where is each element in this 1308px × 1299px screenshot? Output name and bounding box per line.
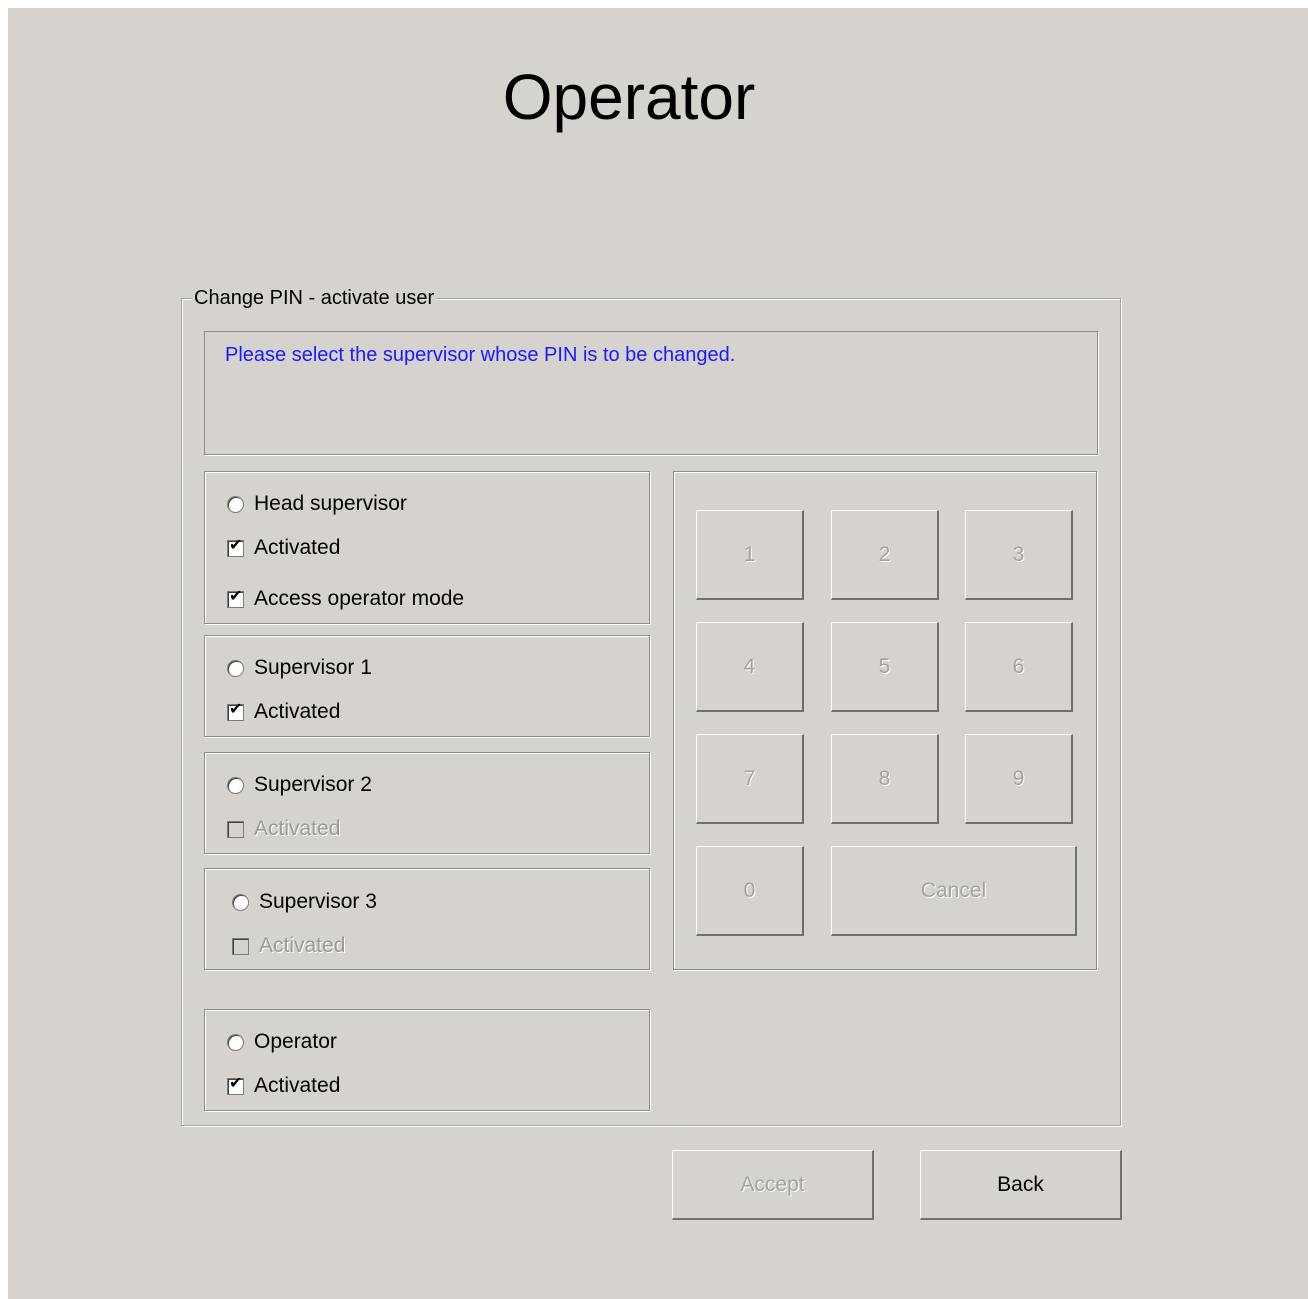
supervisor-2-activated-checkbox bbox=[227, 820, 244, 838]
key-9[interactable]: 9 bbox=[965, 734, 1073, 824]
page-title: Operator bbox=[502, 61, 756, 133]
keypad-cancel-button[interactable]: Cancel bbox=[831, 846, 1077, 936]
supervisor-3-activated-checkbox bbox=[232, 937, 249, 955]
operator-activated-row[interactable]: ✔ Activated bbox=[227, 1074, 340, 1098]
supervisor-3-radio-row[interactable]: Supervisor 3 bbox=[232, 890, 377, 914]
message-box: Please select the supervisor whose PIN i… bbox=[204, 331, 1098, 455]
head-supervisor-activated-label: Activated bbox=[254, 536, 341, 559]
head-supervisor-radio-row[interactable]: Head supervisor bbox=[227, 492, 407, 516]
access-operator-mode-checkbox[interactable]: ✔ bbox=[227, 588, 244, 608]
supervisor-3-radio[interactable] bbox=[232, 893, 249, 911]
key-2[interactable]: 2 bbox=[831, 510, 939, 600]
supervisor-1-radio-row[interactable]: Supervisor 1 bbox=[227, 656, 372, 680]
checkmark-icon: ✔ bbox=[229, 536, 243, 554]
back-button[interactable]: Back bbox=[920, 1150, 1122, 1220]
head-supervisor-panel: Head supervisor ✔ Activated ✔ Access ope… bbox=[204, 471, 650, 624]
supervisor-2-radio-row[interactable]: Supervisor 2 bbox=[227, 773, 372, 797]
checkmark-icon: ✔ bbox=[229, 1074, 243, 1092]
operator-window: Operator Change PIN - activate user Plea… bbox=[8, 8, 1308, 1299]
supervisor-1-activated-label: Activated bbox=[254, 700, 341, 723]
pin-keypad: 1 2 3 4 5 6 7 8 9 0 Cancel bbox=[673, 471, 1097, 970]
head-supervisor-activated-checkbox[interactable]: ✔ bbox=[227, 537, 244, 557]
key-8[interactable]: 8 bbox=[831, 734, 939, 824]
operator-activated-checkbox[interactable]: ✔ bbox=[227, 1075, 244, 1095]
head-supervisor-access-row[interactable]: ✔ Access operator mode bbox=[227, 587, 464, 611]
supervisor-1-activated-checkbox[interactable]: ✔ bbox=[227, 701, 244, 721]
key-5[interactable]: 5 bbox=[831, 622, 939, 712]
operator-label: Operator bbox=[254, 1030, 337, 1053]
operator-radio-row[interactable]: Operator bbox=[227, 1030, 337, 1054]
operator-radio[interactable] bbox=[227, 1033, 244, 1051]
supervisor-2-activated-label: Activated bbox=[254, 817, 341, 840]
key-3[interactable]: 3 bbox=[965, 510, 1073, 600]
checkmark-icon: ✔ bbox=[229, 700, 243, 718]
accept-button[interactable]: Accept bbox=[672, 1150, 874, 1220]
access-operator-mode-label: Access operator mode bbox=[254, 587, 465, 610]
key-7[interactable]: 7 bbox=[696, 734, 804, 824]
supervisor-3-panel: Supervisor 3 Activated bbox=[204, 868, 650, 970]
key-4[interactable]: 4 bbox=[696, 622, 804, 712]
supervisor-2-panel: Supervisor 2 Activated bbox=[204, 752, 650, 854]
checkmark-icon: ✔ bbox=[229, 587, 243, 605]
supervisor-1-panel: Supervisor 1 ✔ Activated bbox=[204, 635, 650, 737]
group-legend: Change PIN - activate user bbox=[192, 287, 437, 310]
change-pin-group: Change PIN - activate user Please select… bbox=[181, 287, 1121, 1126]
key-0[interactable]: 0 bbox=[696, 846, 804, 936]
supervisor-3-activated-row: Activated bbox=[232, 934, 345, 958]
head-supervisor-label: Head supervisor bbox=[254, 492, 407, 515]
supervisor-1-activated-row[interactable]: ✔ Activated bbox=[227, 700, 340, 724]
key-1[interactable]: 1 bbox=[696, 510, 804, 600]
supervisor-3-label: Supervisor 3 bbox=[259, 890, 377, 913]
supervisor-1-radio[interactable] bbox=[227, 659, 244, 677]
head-supervisor-activated-row[interactable]: ✔ Activated bbox=[227, 536, 340, 560]
key-6[interactable]: 6 bbox=[965, 622, 1073, 712]
operator-panel: Operator ✔ Activated bbox=[204, 1009, 650, 1111]
supervisor-3-activated-label: Activated bbox=[259, 934, 346, 957]
supervisor-2-label: Supervisor 2 bbox=[254, 773, 372, 796]
operator-activated-label: Activated bbox=[254, 1074, 341, 1097]
supervisor-2-radio[interactable] bbox=[227, 776, 244, 794]
instruction-message: Please select the supervisor whose PIN i… bbox=[225, 344, 736, 366]
supervisor-2-activated-row: Activated bbox=[227, 817, 340, 841]
supervisor-1-label: Supervisor 1 bbox=[254, 656, 372, 679]
head-supervisor-radio[interactable] bbox=[227, 495, 244, 513]
